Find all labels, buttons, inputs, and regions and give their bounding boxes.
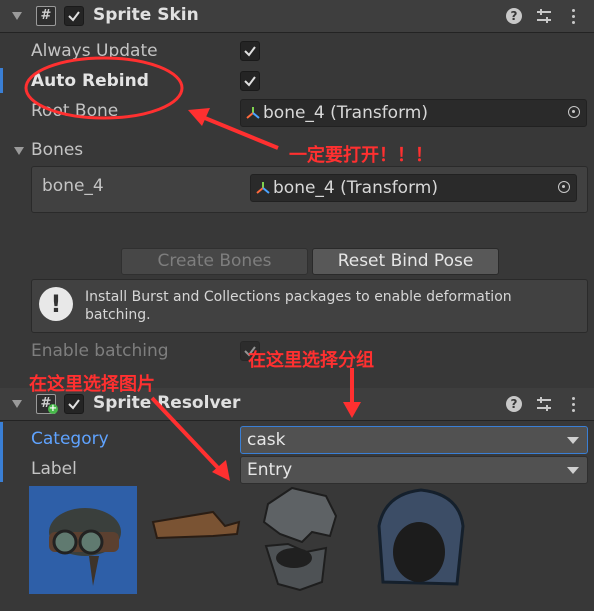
reset-bind-pose-button[interactable]: Reset Bind Pose [312, 248, 499, 275]
modified-indicator-bar [0, 68, 3, 93]
checkmark-icon [68, 11, 80, 22]
root-bone-field[interactable]: bone_4 (Transform) [240, 99, 587, 127]
bones-fold-arrow-icon[interactable] [14, 147, 24, 155]
transform-icon [256, 182, 270, 194]
info-icon: ! [39, 287, 73, 321]
sprite-skin-enabled-checkbox[interactable] [64, 6, 84, 26]
checkmark-icon [244, 46, 256, 57]
fold-arrow-icon[interactable] [12, 400, 22, 408]
kebab-menu-icon[interactable] [572, 397, 576, 415]
kebab-menu-icon[interactable] [572, 9, 576, 27]
dropdown-arrow-icon [567, 467, 579, 474]
script-icon: # [36, 6, 56, 26]
root-bone-value: bone_4 (Transform) [263, 103, 428, 123]
category-label: Category [31, 429, 109, 449]
label-field-label: Label [31, 459, 77, 479]
object-picker-icon[interactable] [558, 181, 570, 193]
plus-badge-icon: + [48, 403, 58, 414]
category-dropdown[interactable]: cask [240, 426, 588, 454]
select-image-note: 在这里选择图片 [29, 374, 155, 395]
select-group-note: 在这里选择分组 [248, 350, 374, 371]
fold-arrow-icon[interactable] [12, 12, 22, 20]
help-icon[interactable]: ? [506, 396, 522, 412]
label-dropdown[interactable]: Entry [240, 456, 588, 484]
hood-image [377, 488, 465, 586]
sprite-skin-header[interactable]: # Sprite Skin ? [0, 0, 594, 33]
create-bones-button[interactable]: Create Bones [121, 248, 308, 275]
transform-icon [246, 107, 260, 119]
sprite-thumbnail-selected[interactable] [29, 486, 137, 594]
bone-item-value: bone_4 (Transform) [273, 178, 438, 198]
checkmark-icon [68, 399, 80, 410]
iron-helmet-image [262, 486, 338, 592]
bones-list-box: bone_4 bone_4 (Transform) [31, 166, 588, 213]
auto-rebind-checkbox[interactable] [240, 71, 260, 91]
preset-icon[interactable] [536, 8, 552, 24]
sprite-skin-title: Sprite Skin [93, 5, 199, 25]
root-bone-label: Root Bone [31, 101, 119, 121]
dropdown-arrow-icon [567, 437, 579, 444]
info-message-box: ! Install Burst and Collections packages… [31, 279, 588, 333]
info-message-text: Install Burst and Collections packages t… [85, 289, 512, 323]
leather-strap-image [151, 510, 241, 540]
sprite-thumbnail-3[interactable] [250, 486, 358, 594]
sprite-resolver-title: Sprite Resolver [93, 393, 241, 413]
sprite-thumbnail-4[interactable] [365, 486, 473, 594]
label-value: Entry [247, 460, 293, 480]
sprite-thumbnail-2[interactable] [143, 486, 251, 594]
object-picker-icon[interactable] [568, 106, 580, 118]
helmet-goggles-image [49, 508, 121, 586]
always-update-checkbox[interactable] [240, 41, 260, 61]
selection-indicator-bar [0, 422, 3, 482]
bone-item-field[interactable]: bone_4 (Transform) [250, 174, 577, 202]
sprite-resolver-enabled-checkbox[interactable] [64, 394, 84, 414]
enable-batching-label: Enable batching [31, 341, 169, 361]
preset-icon[interactable] [536, 396, 552, 412]
category-value: cask [247, 430, 286, 450]
bones-label: Bones [31, 140, 84, 160]
help-icon[interactable]: ? [506, 8, 522, 24]
auto-rebind-label: Auto Rebind [31, 71, 149, 91]
bone-item-label: bone_4 [42, 176, 104, 196]
always-update-label: Always Update [31, 41, 158, 61]
checkmark-icon [244, 76, 256, 87]
auto-rebind-note: 一定要打开！！！ [289, 145, 433, 166]
